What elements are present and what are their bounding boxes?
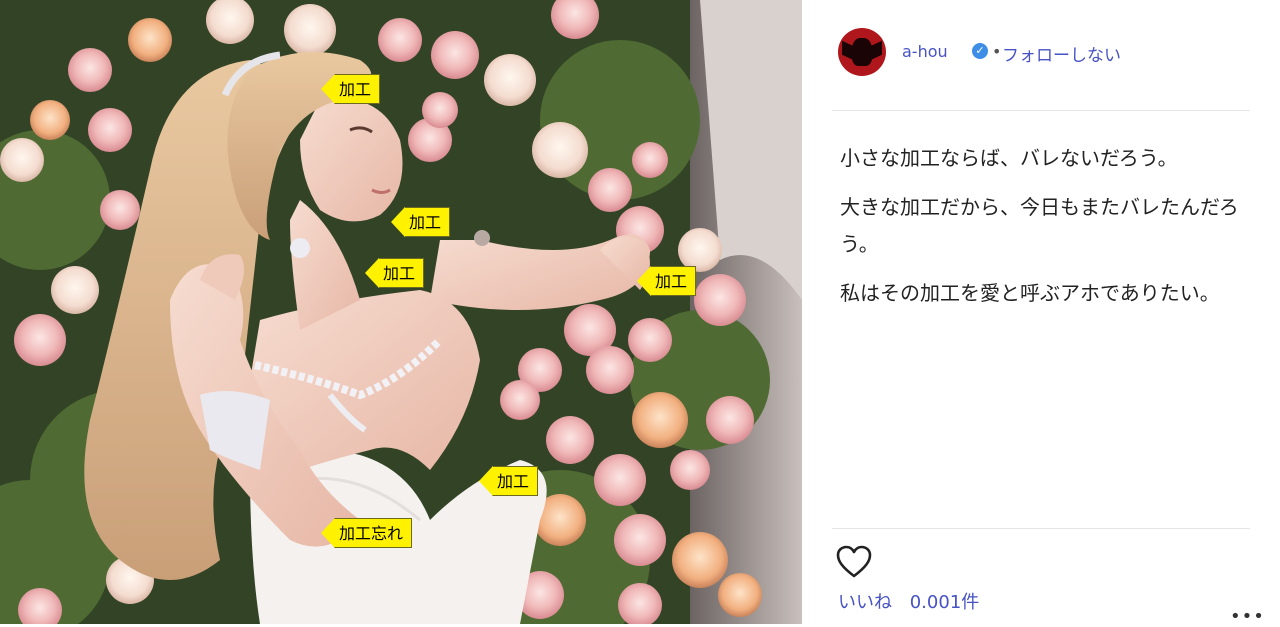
caption-line: 大きな加工だから、今日もまたバレたんだろう。 (840, 195, 1239, 256)
avatar[interactable] (838, 28, 886, 76)
edit-label: 加工 (320, 74, 381, 104)
heart-icon[interactable] (836, 545, 872, 579)
likes-count[interactable]: いいね 0.001件 (838, 588, 979, 614)
edit-label: 加工 (364, 258, 425, 288)
divider (832, 528, 1250, 529)
caption-line: 私はその加工を愛と呼ぶアホでありたい。 (840, 281, 1220, 305)
edit-label: 加工 (390, 207, 451, 237)
edit-label: 加工 (478, 466, 539, 496)
post-header: a-hou ✓ • フォローしない (802, 0, 1280, 110)
verified-badge-icon: ✓ (972, 43, 988, 59)
separator-dot: • (992, 42, 1002, 61)
instagram-post: 加工 加工 加工 加工 加工 加工忘れ a-hou ✓ • フォローしない 小さ… (0, 0, 1280, 627)
post-caption: 小さな加工ならば、バレないだろう。 大きな加工だから、今日もまたバレたんだろう。… (840, 140, 1260, 324)
likes-label: いいね (838, 592, 892, 613)
divider (832, 110, 1250, 111)
forgot-edit-label: 加工忘れ (320, 518, 413, 548)
caption-line: 小さな加工ならば、バレないだろう。 (840, 146, 1178, 170)
post-photo[interactable]: 加工 加工 加工 加工 加工 加工忘れ (0, 0, 802, 624)
edit-label: 加工 (636, 266, 697, 296)
post-side-panel: a-hou ✓ • フォローしない 小さな加工ならば、バレないだろう。 大きな加… (802, 0, 1280, 627)
unfollow-button[interactable]: フォローしない (1002, 41, 1121, 66)
username-link[interactable]: a-hou (902, 42, 948, 61)
likes-number: 0.001件 (909, 592, 980, 613)
